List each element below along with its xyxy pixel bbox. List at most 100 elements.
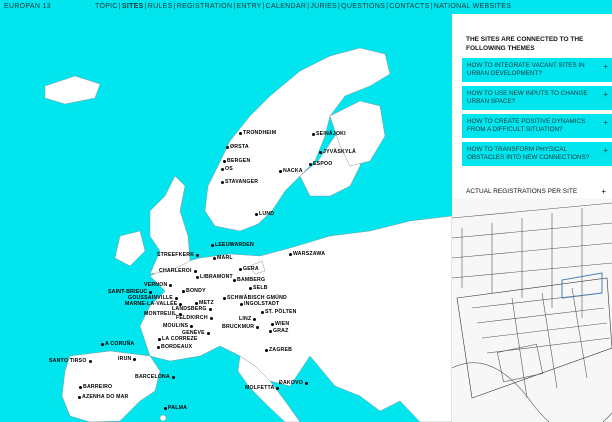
city-marker[interactable] [168, 283, 172, 287]
city-marker[interactable] [156, 345, 160, 349]
city-label[interactable]: ĐAKOVO [279, 380, 303, 386]
city-label[interactable]: ØRSTA [230, 144, 249, 150]
nav-item-national-websites[interactable]: NATIONAL WEBSITES [434, 3, 511, 10]
expand-icon[interactable]: + [603, 91, 608, 99]
city-marker[interactable] [225, 145, 229, 149]
city-marker[interactable] [220, 167, 224, 171]
city-marker[interactable] [252, 317, 256, 321]
city-marker[interactable] [77, 395, 81, 399]
city-marker[interactable] [238, 131, 242, 135]
europe-map[interactable]: TRONDHEIM ØRSTA BERGEN OS STAVANGER SEINÄJOKI… [0, 26, 452, 422]
city-label[interactable]: ZAGREB [269, 347, 292, 353]
city-marker[interactable] [193, 269, 197, 273]
city-label[interactable]: ST. PÖLTEN [265, 309, 297, 315]
city-marker[interactable] [209, 316, 213, 320]
city-label[interactable]: GRAZ [273, 328, 289, 334]
site-logo[interactable]: EUROPAN 13 [4, 3, 51, 10]
city-marker[interactable] [275, 386, 279, 390]
city-label[interactable]: BAMBERG [237, 277, 265, 283]
city-marker[interactable] [304, 381, 308, 385]
city-marker[interactable] [248, 286, 252, 290]
expand-icon[interactable]: + [603, 119, 608, 127]
theme-item[interactable]: HOW TO CREATE POSITIVE DYNAMICS FROM A D… [462, 114, 612, 138]
city-label[interactable]: STREEFKERK [157, 252, 194, 258]
city-marker[interactable] [270, 322, 274, 326]
city-marker[interactable] [239, 302, 243, 306]
city-label[interactable]: IRUN [118, 356, 131, 362]
city-marker[interactable] [222, 159, 226, 163]
city-label[interactable]: WARSZAWA [293, 251, 325, 257]
city-label[interactable]: GERA [243, 266, 259, 272]
city-marker[interactable] [210, 243, 214, 247]
nav-item-rules[interactable]: RULES [148, 3, 173, 10]
city-label[interactable]: MARNE-LA-VALLÉE [125, 301, 177, 307]
city-label[interactable]: BORDEAUX [161, 344, 192, 350]
expand-icon[interactable]: + [601, 187, 606, 196]
city-marker[interactable] [260, 310, 264, 314]
theme-item[interactable]: HOW TO TRANSFORM PHYSICAL OBSTACLES INTO… [462, 142, 612, 166]
city-marker[interactable] [208, 307, 212, 311]
city-label[interactable]: MOLFETTA [245, 385, 274, 391]
city-label[interactable]: LINZ [239, 316, 251, 322]
city-marker[interactable] [78, 385, 82, 389]
city-marker[interactable] [189, 324, 193, 328]
city-label[interactable]: BARREIRO [83, 384, 112, 390]
city-marker[interactable] [195, 253, 199, 257]
city-label[interactable]: BERGEN [227, 158, 250, 164]
city-marker[interactable] [181, 289, 185, 293]
city-marker[interactable] [255, 325, 259, 329]
city-label[interactable]: JYVÄSKYLÄ [323, 149, 356, 155]
expand-icon[interactable]: + [603, 63, 608, 71]
city-marker[interactable] [132, 357, 136, 361]
city-label[interactable]: INGOLSTADT [244, 301, 279, 307]
nav-item-sites[interactable]: SITES [122, 3, 144, 10]
city-label[interactable]: LUND [259, 211, 274, 217]
city-label[interactable]: LEEUWARDEN [215, 242, 254, 248]
city-marker[interactable] [278, 169, 282, 173]
city-label[interactable]: BONDY [186, 288, 206, 294]
city-marker[interactable] [174, 296, 178, 300]
city-label[interactable]: LIBRAMONT [200, 274, 233, 280]
city-marker[interactable] [171, 375, 175, 379]
city-marker[interactable] [212, 256, 216, 260]
city-marker[interactable] [206, 331, 210, 335]
city-marker[interactable] [194, 301, 198, 305]
city-marker[interactable] [195, 275, 199, 279]
nav-item-topic[interactable]: TOPIC [95, 3, 118, 10]
city-marker[interactable] [232, 278, 236, 282]
city-label[interactable]: CHARLEROI [159, 268, 192, 274]
city-marker[interactable] [264, 348, 268, 352]
city-label[interactable]: LANDSBERG [172, 306, 207, 312]
city-marker[interactable] [268, 329, 272, 333]
nav-item-entry[interactable]: ENTRY [236, 3, 261, 10]
city-marker[interactable] [288, 252, 292, 256]
expand-icon[interactable]: + [603, 147, 608, 155]
city-label[interactable]: SANTO TIRSO [49, 358, 87, 364]
city-label[interactable]: BRUCKMUR [222, 324, 254, 330]
city-label[interactable]: OS [225, 166, 233, 172]
city-marker[interactable] [163, 406, 167, 410]
city-label[interactable]: PALMA [168, 405, 187, 411]
city-label[interactable]: BARCELONA [135, 374, 170, 380]
city-label[interactable]: VERNON [144, 282, 167, 288]
city-label[interactable]: WIEN [275, 321, 289, 327]
city-label[interactable]: LA CORREZE [162, 336, 198, 342]
nav-item-questions[interactable]: QUESTIONS [341, 3, 385, 10]
city-label[interactable]: MARL [217, 255, 233, 261]
city-marker[interactable] [311, 132, 315, 136]
city-marker[interactable] [100, 342, 104, 346]
city-marker[interactable] [88, 359, 92, 363]
city-marker[interactable] [157, 337, 161, 341]
city-label[interactable]: STAVANGER [225, 179, 258, 185]
city-marker[interactable] [308, 162, 312, 166]
city-marker[interactable] [254, 212, 258, 216]
city-label[interactable]: NACKA [283, 168, 303, 174]
city-marker[interactable] [238, 267, 242, 271]
nav-item-contacts[interactable]: CONTACTS [389, 3, 429, 10]
city-label[interactable]: A CORUÑA [105, 341, 134, 347]
theme-item[interactable]: HOW TO INTEGRATE VACANT SITES IN URBAN D… [462, 58, 612, 82]
city-label[interactable]: MONTREUIL [144, 311, 177, 317]
city-label[interactable]: ESPOO [313, 161, 332, 167]
theme-item[interactable]: HOW TO USE NEW INPUTS TO CHANGE URBAN SP… [462, 86, 612, 110]
nav-item-registration[interactable]: REGISTRATION [177, 3, 233, 10]
